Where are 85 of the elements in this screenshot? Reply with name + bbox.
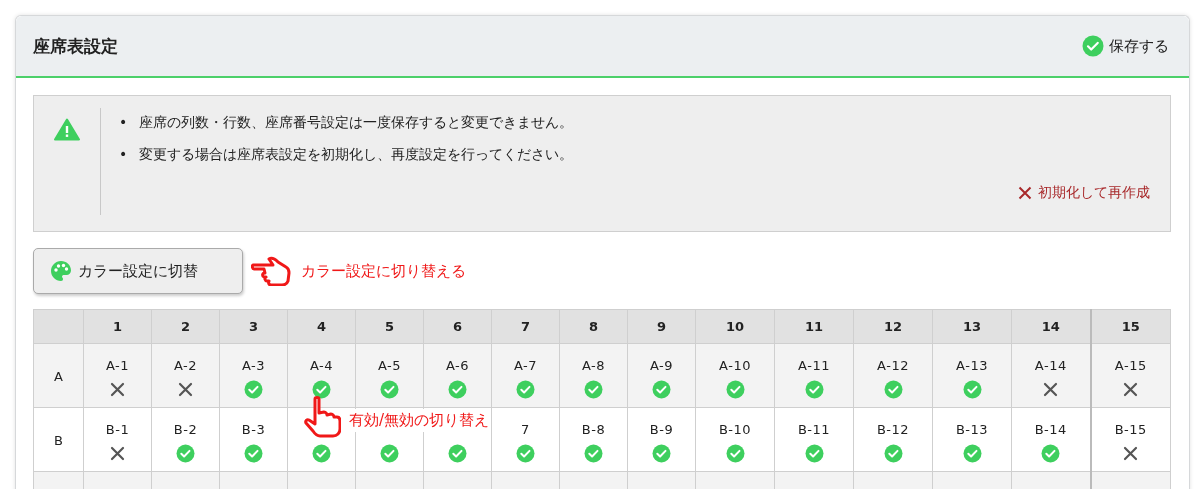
palette-icon	[50, 260, 72, 282]
check-icon[interactable]	[804, 380, 824, 399]
check-icon[interactable]	[312, 444, 331, 463]
check-icon[interactable]	[380, 380, 399, 399]
column-header: 13	[932, 309, 1012, 344]
seat-label: A-5	[377, 358, 402, 373]
seat-label: A-1	[105, 358, 130, 373]
seat-label: A-8	[581, 358, 606, 373]
column-header: 4	[287, 309, 356, 344]
column-header: 14	[1011, 309, 1091, 344]
annotation-text: カラー設定に切り替える	[301, 261, 466, 281]
column-header: 6	[423, 309, 492, 344]
column-header: 7	[491, 309, 560, 344]
cross-icon[interactable]	[108, 444, 127, 463]
check-icon[interactable]	[652, 444, 671, 463]
column-header: 5	[355, 309, 424, 344]
seat-label: A-12	[877, 358, 909, 373]
check-icon[interactable]	[584, 444, 603, 463]
check-icon[interactable]	[725, 444, 745, 463]
pointing-hand-icon	[251, 256, 293, 286]
check-icon	[1082, 35, 1104, 57]
seat-label: A-13	[956, 358, 988, 373]
seat-label: B-15	[1114, 422, 1147, 437]
check-icon[interactable]	[883, 444, 903, 463]
check-icon[interactable]	[883, 380, 903, 399]
bullet-mark: •	[119, 114, 128, 130]
check-icon[interactable]	[244, 380, 263, 399]
seat-label: A-6	[445, 358, 470, 373]
color-settings-button[interactable]: カラー設定に切替	[33, 248, 243, 294]
check-icon[interactable]	[652, 380, 671, 399]
check-icon[interactable]	[584, 380, 603, 399]
seat-label: B-8	[581, 422, 606, 437]
seat-label: A-14	[1034, 358, 1067, 373]
column-header: 12	[853, 309, 933, 344]
seat-label: A-4	[309, 358, 334, 373]
notice-text: 変更する場合は座席表設定を初期化し、再度設定を行ってください。	[139, 145, 575, 164]
check-icon[interactable]	[804, 444, 824, 463]
check-icon[interactable]	[244, 444, 263, 463]
column-header: 15	[1090, 309, 1171, 344]
seat-label: B-9	[649, 422, 674, 437]
check-icon[interactable]	[380, 444, 399, 463]
seat-label: 7	[521, 422, 530, 437]
panel-title: 座席表設定	[33, 34, 118, 58]
check-icon[interactable]	[176, 444, 195, 463]
check-icon[interactable]	[962, 380, 982, 399]
seat-label: A-7	[513, 358, 538, 373]
column-header: 11	[774, 309, 854, 344]
seat-label: A-10	[719, 358, 751, 373]
save-button[interactable]: 保存する	[1082, 33, 1169, 59]
seat-label: B-3	[241, 422, 266, 437]
reset-link[interactable]: 初期化して再作成	[1018, 184, 1150, 202]
cross-icon[interactable]	[176, 380, 195, 399]
column-header: 3	[219, 309, 288, 344]
check-icon[interactable]	[962, 444, 982, 463]
seat-label: A-2	[173, 358, 198, 373]
check-icon[interactable]	[725, 380, 745, 399]
notice-text: 座席の列数・行数、座席番号設定は一度保存すると変更できません。	[139, 113, 575, 132]
check-icon[interactable]	[448, 444, 467, 463]
seat-label: A-15	[1114, 358, 1147, 373]
column-header: 10	[695, 309, 775, 344]
column-header: 8	[559, 309, 628, 344]
check-icon[interactable]	[312, 380, 331, 399]
seat-label: B-1	[105, 422, 130, 437]
seat-label: A-9	[649, 358, 674, 373]
cross-icon[interactable]	[108, 380, 127, 399]
seat-label: B-13	[955, 422, 989, 437]
seat-label: B-11	[797, 422, 831, 437]
seat-label: B-14	[1034, 422, 1067, 437]
close-icon	[1018, 186, 1032, 200]
row-header: B	[54, 433, 63, 448]
seat-label: A-11	[798, 358, 830, 373]
check-icon[interactable]	[448, 380, 467, 399]
warning-icon	[54, 118, 80, 141]
column-header: 9	[627, 309, 696, 344]
seat-label: B-12	[876, 422, 910, 437]
row-header: A	[54, 369, 63, 384]
check-icon[interactable]	[516, 380, 535, 399]
bullet-mark: •	[119, 146, 128, 162]
check-icon[interactable]	[516, 444, 535, 463]
seat-label: B-2	[173, 422, 198, 437]
seat-label: A-3	[241, 358, 266, 373]
column-header: 2	[151, 309, 220, 344]
seat-label: B-10	[718, 422, 752, 437]
column-header: 1	[83, 309, 152, 344]
check-icon[interactable]	[1041, 444, 1061, 463]
